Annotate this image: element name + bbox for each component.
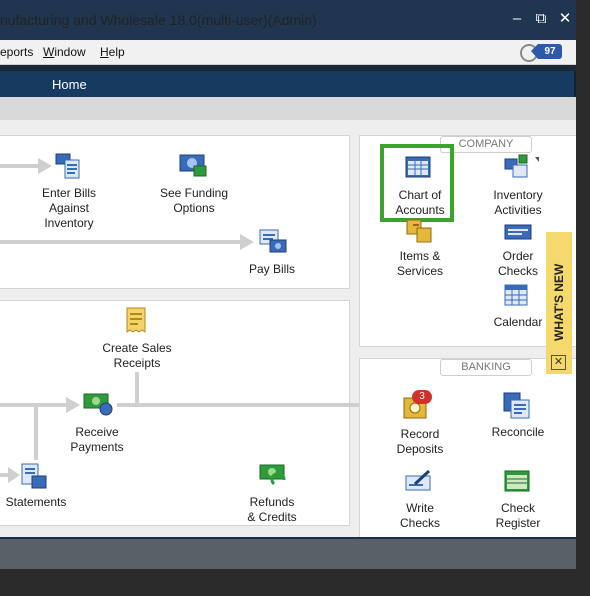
- statements-icon[interactable]: [20, 462, 48, 490]
- whats-new-label-container: WHAT'S NEW: [552, 263, 566, 341]
- menu-window-accel: W: [43, 45, 55, 59]
- record-deposits-label[interactable]: Record Deposits: [384, 427, 456, 457]
- items-services-label[interactable]: Items & Services: [384, 249, 456, 279]
- tab-home[interactable]: Home: [52, 77, 87, 92]
- status-bar: [0, 537, 576, 569]
- reconcile-icon[interactable]: [503, 392, 531, 420]
- menu-help[interactable]: Help: [100, 45, 125, 59]
- see-funding-icon[interactable]: [178, 152, 208, 178]
- close-window-button[interactable]: ✕: [556, 10, 574, 28]
- flow-line: [0, 164, 42, 168]
- see-funding-label[interactable]: See Funding Options: [150, 186, 238, 216]
- minimize-button[interactable]: –: [508, 10, 526, 28]
- order-checks-icon[interactable]: [504, 224, 532, 242]
- restore-button[interactable]: ⧉: [532, 10, 550, 28]
- menu-window-label: indow: [54, 45, 86, 59]
- menu-bar: [0, 40, 576, 65]
- reconcile-label[interactable]: Reconcile: [482, 425, 554, 440]
- order-checks-label[interactable]: Order Checks: [482, 249, 554, 279]
- receive-payments-icon[interactable]: [82, 390, 114, 416]
- create-sales-receipts-label[interactable]: Create Sales Receipts: [92, 341, 182, 371]
- flow-arrow-icon: [38, 158, 52, 174]
- whats-new-close-button[interactable]: ✕: [551, 355, 566, 370]
- flow-line: [0, 240, 244, 244]
- menu-window[interactable]: Window: [43, 45, 86, 59]
- window-title: nufacturing and Wholesale 18.0(multi-use…: [0, 12, 317, 28]
- items-services-icon[interactable]: [405, 218, 435, 244]
- flow-arrow-icon: [240, 234, 254, 250]
- menu-help-label: elp: [108, 45, 125, 59]
- check-register-label[interactable]: Check Register: [482, 501, 554, 531]
- flow-arrow-icon: [66, 397, 80, 413]
- refunds-credits-label[interactable]: Refunds & Credits: [230, 495, 314, 525]
- whats-new-label: WHAT'S NEW: [552, 263, 566, 341]
- write-checks-label[interactable]: Write Checks: [384, 501, 456, 531]
- receive-payments-label[interactable]: Receive Payments: [62, 425, 132, 455]
- check-register-icon[interactable]: [504, 470, 530, 494]
- statements-label[interactable]: Statements: [0, 495, 72, 510]
- menu-reports[interactable]: eports: [0, 45, 33, 59]
- flow-arrow-icon: [8, 467, 20, 483]
- customers-panel: [0, 300, 350, 526]
- flow-line: [135, 372, 139, 404]
- enter-bills-label[interactable]: Enter Bills Against Inventory: [28, 186, 110, 231]
- pay-bills-label[interactable]: Pay Bills: [236, 262, 308, 277]
- refunds-credits-icon[interactable]: [258, 462, 288, 488]
- flow-line: [34, 405, 38, 460]
- reminders-badge[interactable]: 97: [531, 44, 562, 59]
- calendar-icon[interactable]: [504, 282, 530, 308]
- enter-bills-icon[interactable]: [53, 152, 83, 180]
- window-edge: [576, 0, 590, 596]
- calendar-label[interactable]: Calendar: [482, 315, 554, 330]
- deposits-count-badge: 3: [412, 390, 432, 404]
- inventory-activities-icon[interactable]: [503, 153, 539, 181]
- menu-help-accel: H: [100, 45, 109, 59]
- write-checks-icon[interactable]: [405, 470, 433, 494]
- pay-bills-icon[interactable]: [258, 228, 288, 256]
- inventory-activities-label[interactable]: Inventory Activities: [482, 188, 554, 218]
- menu-reports-label: eports: [0, 45, 34, 59]
- sales-receipt-icon[interactable]: [125, 306, 147, 336]
- insights-strip: [0, 97, 576, 120]
- banking-section-label: BANKING: [440, 359, 532, 376]
- flow-line: [117, 403, 391, 407]
- chart-of-accounts-highlight: [380, 144, 454, 222]
